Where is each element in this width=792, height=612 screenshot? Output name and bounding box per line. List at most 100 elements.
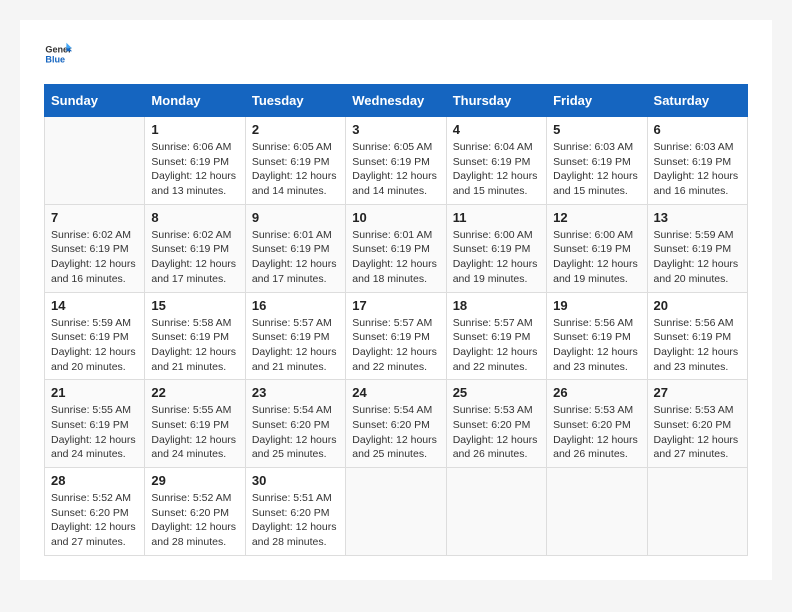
calendar-cell [346,468,446,556]
day-number: 26 [553,385,640,400]
day-info: Sunrise: 5:59 AMSunset: 6:19 PMDaylight:… [51,316,138,375]
calendar-cell: 17 Sunrise: 5:57 AMSunset: 6:19 PMDayligh… [346,292,446,380]
day-info: Sunrise: 5:55 AMSunset: 6:19 PMDaylight:… [51,403,138,462]
day-number: 12 [553,210,640,225]
calendar-cell: 22 Sunrise: 5:55 AMSunset: 6:19 PMDayligh… [145,380,245,468]
calendar-cell: 4 Sunrise: 6:04 AMSunset: 6:19 PMDaylight… [446,117,546,205]
weekday-header-tuesday: Tuesday [245,85,345,117]
day-number: 15 [151,298,238,313]
day-info: Sunrise: 5:57 AMSunset: 6:19 PMDaylight:… [453,316,540,375]
calendar-cell [647,468,747,556]
calendar-cell: 30 Sunrise: 5:51 AMSunset: 6:20 PMDayligh… [245,468,345,556]
day-number: 4 [453,122,540,137]
calendar-week-2: 7 Sunrise: 6:02 AMSunset: 6:19 PMDaylight… [45,204,748,292]
day-number: 20 [654,298,741,313]
calendar-cell: 26 Sunrise: 5:53 AMSunset: 6:20 PMDayligh… [547,380,647,468]
day-info: Sunrise: 5:52 AMSunset: 6:20 PMDaylight:… [51,491,138,550]
day-number: 2 [252,122,339,137]
calendar-cell: 23 Sunrise: 5:54 AMSunset: 6:20 PMDayligh… [245,380,345,468]
day-info: Sunrise: 5:53 AMSunset: 6:20 PMDaylight:… [453,403,540,462]
day-number: 29 [151,473,238,488]
day-number: 10 [352,210,439,225]
day-info: Sunrise: 6:00 AMSunset: 6:19 PMDaylight:… [553,228,640,287]
calendar-cell: 12 Sunrise: 6:00 AMSunset: 6:19 PMDayligh… [547,204,647,292]
header: General Blue [44,40,748,68]
calendar-table: SundayMondayTuesdayWednesdayThursdayFrid… [44,84,748,556]
calendar-cell: 7 Sunrise: 6:02 AMSunset: 6:19 PMDaylight… [45,204,145,292]
day-number: 27 [654,385,741,400]
calendar-week-1: 1Sunrise: 6:06 AMSunset: 6:19 PMDaylight… [45,117,748,205]
calendar-week-5: 28 Sunrise: 5:52 AMSunset: 6:20 PMDayligh… [45,468,748,556]
day-number: 24 [352,385,439,400]
calendar-cell: 27 Sunrise: 5:53 AMSunset: 6:20 PMDayligh… [647,380,747,468]
calendar-cell: 21 Sunrise: 5:55 AMSunset: 6:19 PMDayligh… [45,380,145,468]
day-number: 19 [553,298,640,313]
day-info: Sunrise: 6:05 AMSunset: 6:19 PMDaylight:… [352,140,439,199]
day-info: Sunrise: 5:58 AMSunset: 6:19 PMDaylight:… [151,316,238,375]
day-info: Sunrise: 6:01 AMSunset: 6:19 PMDaylight:… [252,228,339,287]
weekday-header-friday: Friday [547,85,647,117]
svg-text:Blue: Blue [45,54,65,64]
day-info: Sunrise: 5:54 AMSunset: 6:20 PMDaylight:… [352,403,439,462]
weekday-header-thursday: Thursday [446,85,546,117]
calendar-week-4: 21 Sunrise: 5:55 AMSunset: 6:19 PMDayligh… [45,380,748,468]
day-info: Sunrise: 6:02 AMSunset: 6:19 PMDaylight:… [151,228,238,287]
calendar-cell: 16Sunrise: 5:57 AMSunset: 6:19 PMDayligh… [245,292,345,380]
calendar-cell: 18 Sunrise: 5:57 AMSunset: 6:19 PMDayligh… [446,292,546,380]
calendar-cell [547,468,647,556]
day-info: Sunrise: 6:03 AMSunset: 6:19 PMDaylight:… [654,140,741,199]
day-number: 5 [553,122,640,137]
calendar-cell: 15 Sunrise: 5:58 AMSunset: 6:19 PMDayligh… [145,292,245,380]
calendar-cell [45,117,145,205]
day-number: 11 [453,210,540,225]
day-info: Sunrise: 5:59 AMSunset: 6:19 PMDaylight:… [654,228,741,287]
day-number: 7 [51,210,138,225]
calendar-cell: 9Sunrise: 6:01 AMSunset: 6:19 PMDaylight… [245,204,345,292]
day-info: Sunrise: 5:55 AMSunset: 6:19 PMDaylight:… [151,403,238,462]
day-info: Sunrise: 5:52 AMSunset: 6:20 PMDaylight:… [151,491,238,550]
day-info: Sunrise: 5:54 AMSunset: 6:20 PMDaylight:… [252,403,339,462]
day-number: 23 [252,385,339,400]
calendar-cell [446,468,546,556]
day-number: 21 [51,385,138,400]
weekday-header-sunday: Sunday [45,85,145,117]
day-number: 8 [151,210,238,225]
day-info: Sunrise: 5:57 AMSunset: 6:19 PMDaylight:… [352,316,439,375]
day-info: Sunrise: 6:04 AMSunset: 6:19 PMDaylight:… [453,140,540,199]
calendar-cell: 1Sunrise: 6:06 AMSunset: 6:19 PMDaylight… [145,117,245,205]
day-number: 3 [352,122,439,137]
day-info: Sunrise: 5:53 AMSunset: 6:20 PMDaylight:… [553,403,640,462]
calendar-cell: 14 Sunrise: 5:59 AMSunset: 6:19 PMDayligh… [45,292,145,380]
day-info: Sunrise: 6:05 AMSunset: 6:19 PMDaylight:… [252,140,339,199]
day-info: Sunrise: 5:51 AMSunset: 6:20 PMDaylight:… [252,491,339,550]
calendar-cell: 28 Sunrise: 5:52 AMSunset: 6:20 PMDayligh… [45,468,145,556]
calendar-cell: 19Sunrise: 5:56 AMSunset: 6:19 PMDayligh… [547,292,647,380]
calendar-cell: 5Sunrise: 6:03 AMSunset: 6:19 PMDaylight… [547,117,647,205]
weekday-header-row: SundayMondayTuesdayWednesdayThursdayFrid… [45,85,748,117]
calendar-cell: 29 Sunrise: 5:52 AMSunset: 6:20 PMDayligh… [145,468,245,556]
day-info: Sunrise: 5:53 AMSunset: 6:20 PMDaylight:… [654,403,741,462]
day-number: 22 [151,385,238,400]
calendar-cell: 24 Sunrise: 5:54 AMSunset: 6:20 PMDayligh… [346,380,446,468]
day-info: Sunrise: 6:00 AMSunset: 6:19 PMDaylight:… [453,228,540,287]
calendar-cell: 3 Sunrise: 6:05 AMSunset: 6:19 PMDaylight… [346,117,446,205]
day-number: 6 [654,122,741,137]
logo-icon: General Blue [44,40,72,68]
day-info: Sunrise: 6:02 AMSunset: 6:19 PMDaylight:… [51,228,138,287]
weekday-header-monday: Monday [145,85,245,117]
calendar-cell: 8 Sunrise: 6:02 AMSunset: 6:19 PMDaylight… [145,204,245,292]
calendar-week-3: 14 Sunrise: 5:59 AMSunset: 6:19 PMDayligh… [45,292,748,380]
day-number: 17 [352,298,439,313]
day-number: 16 [252,298,339,313]
day-number: 28 [51,473,138,488]
day-number: 18 [453,298,540,313]
day-number: 14 [51,298,138,313]
day-number: 30 [252,473,339,488]
weekday-header-saturday: Saturday [647,85,747,117]
day-number: 1 [151,122,238,137]
calendar-cell: 20 Sunrise: 5:56 AMSunset: 6:19 PMDayligh… [647,292,747,380]
day-info: Sunrise: 5:56 AMSunset: 6:19 PMDaylight:… [654,316,741,375]
main-container: General Blue SundayMondayTuesdayWednesda… [20,20,772,580]
day-info: Sunrise: 6:01 AMSunset: 6:19 PMDaylight:… [352,228,439,287]
day-number: 25 [453,385,540,400]
